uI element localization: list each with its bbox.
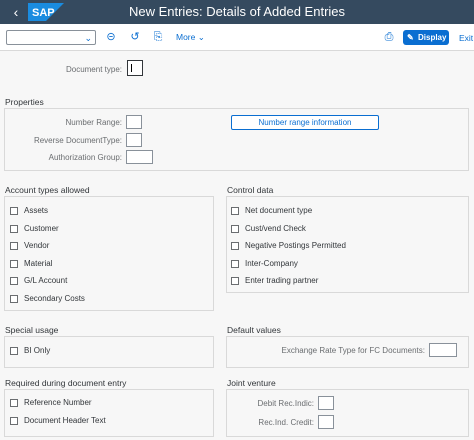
pencil-icon: ✎ xyxy=(407,33,414,42)
reverse-doc-type-input[interactable] xyxy=(126,133,142,147)
joint-venture-panel xyxy=(226,389,469,437)
checkbox-label: Reference Number xyxy=(24,398,92,407)
special-usage-title: Special usage xyxy=(5,325,59,335)
checkbox[interactable] xyxy=(231,207,239,215)
checkbox-label: G/L Account xyxy=(24,276,68,285)
required-entry-panel xyxy=(4,389,214,437)
chevron-down-icon: ⌄ xyxy=(84,33,92,43)
checkbox[interactable] xyxy=(10,207,18,215)
checkbox[interactable] xyxy=(231,277,239,285)
checkbox[interactable] xyxy=(231,224,239,233)
control-data-title: Control data xyxy=(227,185,274,195)
checkbox-label: Negative Postings Permitted xyxy=(245,241,346,250)
checkbox[interactable] xyxy=(10,294,18,303)
shell-bar: ‹ SAP New Entries: Details of Added Entr… xyxy=(0,0,474,24)
debit-rec-indic-label: Debit Rec.Indic: xyxy=(257,399,314,408)
exit-button[interactable]: Exit xyxy=(459,33,473,43)
account-types-title: Account types allowed xyxy=(5,185,90,195)
checkbox[interactable] xyxy=(10,399,18,407)
checkbox-label: Document Header Text xyxy=(24,415,106,425)
authorization-group-label: Authorization Group: xyxy=(48,153,122,162)
number-range-label: Number Range: xyxy=(65,118,122,127)
checkbox-label: Vendor xyxy=(24,241,50,250)
text-cursor xyxy=(131,64,132,72)
number-range-input[interactable] xyxy=(126,115,142,129)
minus-circle-icon[interactable]: ⊝ xyxy=(104,30,118,44)
number-range-info-button[interactable]: Number range information xyxy=(231,115,379,130)
credit-rec-indic-input[interactable] xyxy=(318,415,334,429)
page-title: New Entries: Details of Added Entries xyxy=(128,4,346,19)
display-button[interactable]: ✎ Display xyxy=(403,30,449,45)
checkbox[interactable] xyxy=(10,277,18,285)
checkbox[interactable] xyxy=(10,416,18,425)
authorization-group-input[interactable] xyxy=(126,150,153,164)
checkbox-label: BI Only xyxy=(24,346,51,355)
checkbox-label: Assets xyxy=(24,206,49,215)
properties-title: Properties xyxy=(5,97,44,107)
toolbar: ⌄ ⊝ ↺ ⎘ More ⌄ ⎙ ✎ Display Exit xyxy=(0,24,474,51)
checkbox-label: Net document type xyxy=(245,206,313,215)
checkbox-label: Cust/vend Check xyxy=(245,223,306,233)
credit-rec-indic-label: Rec.Ind. Credit: xyxy=(258,418,314,427)
default-values-title: Default values xyxy=(227,325,281,335)
checkbox[interactable] xyxy=(231,242,239,250)
checkbox[interactable] xyxy=(231,259,239,268)
checkbox[interactable] xyxy=(10,259,18,268)
print-icon[interactable]: ⎙ xyxy=(382,30,396,44)
checkbox-label: Secondary Costs xyxy=(24,293,85,303)
checkbox-label: Inter-Company xyxy=(245,258,298,268)
required-entry-title: Required during document entry xyxy=(5,378,127,388)
checkbox[interactable] xyxy=(10,242,18,250)
document-type-label: Document type: xyxy=(65,65,122,74)
copy-icon[interactable]: ⎘ xyxy=(151,30,165,44)
exchange-rate-type-label: Exchange Rate Type for FC Documents: xyxy=(281,346,425,355)
checkbox-label: Customer xyxy=(24,223,59,233)
debit-rec-indic-input[interactable] xyxy=(318,396,334,410)
exchange-rate-type-input[interactable] xyxy=(429,343,457,357)
undo-icon[interactable]: ↺ xyxy=(128,30,142,44)
reverse-doc-type-label: Reverse DocumentType: xyxy=(33,136,122,145)
checkbox-label: Enter trading partner xyxy=(245,276,319,285)
more-button[interactable]: More ⌄ xyxy=(176,32,205,43)
document-type-input[interactable] xyxy=(127,60,143,76)
checkbox[interactable] xyxy=(10,347,18,355)
checkbox-label: Material xyxy=(24,258,53,268)
joint-venture-title: Joint venture xyxy=(227,378,276,388)
variant-select[interactable]: ⌄ xyxy=(6,30,96,45)
checkbox[interactable] xyxy=(10,224,18,233)
